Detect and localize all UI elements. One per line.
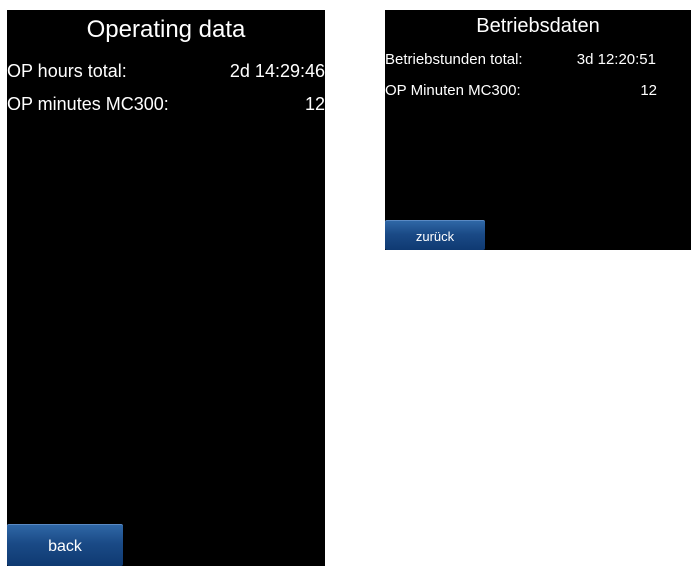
betriebstunden-total-label: Betriebstunden total: [385,51,523,68]
op-hours-total-label: OP hours total: [7,61,127,81]
page-title: Operating data [86,16,246,43]
page-title-de: Betriebsdaten [476,15,600,37]
back-button[interactable]: back [7,524,123,566]
zurueck-button[interactable]: zurück [385,220,485,250]
operating-data-screen-de: Betriebsdaten Betriebstunden total: 3d 1… [385,10,691,250]
op-hours-total-value: 2d 14:29:46 [229,61,325,81]
op-minuten-mc300-value: 12 [640,82,657,99]
betriebstunden-total-value: 3d 12:20:51 [576,51,656,68]
op-minuten-mc300-label: OP Minuten MC300: [385,82,521,99]
op-minutes-mc300-value: 12 [304,94,325,114]
operating-data-screen-en: Operating data OP hours total: 2d 14:29:… [7,10,325,566]
op-minutes-mc300-label: OP minutes MC300: [7,94,169,114]
